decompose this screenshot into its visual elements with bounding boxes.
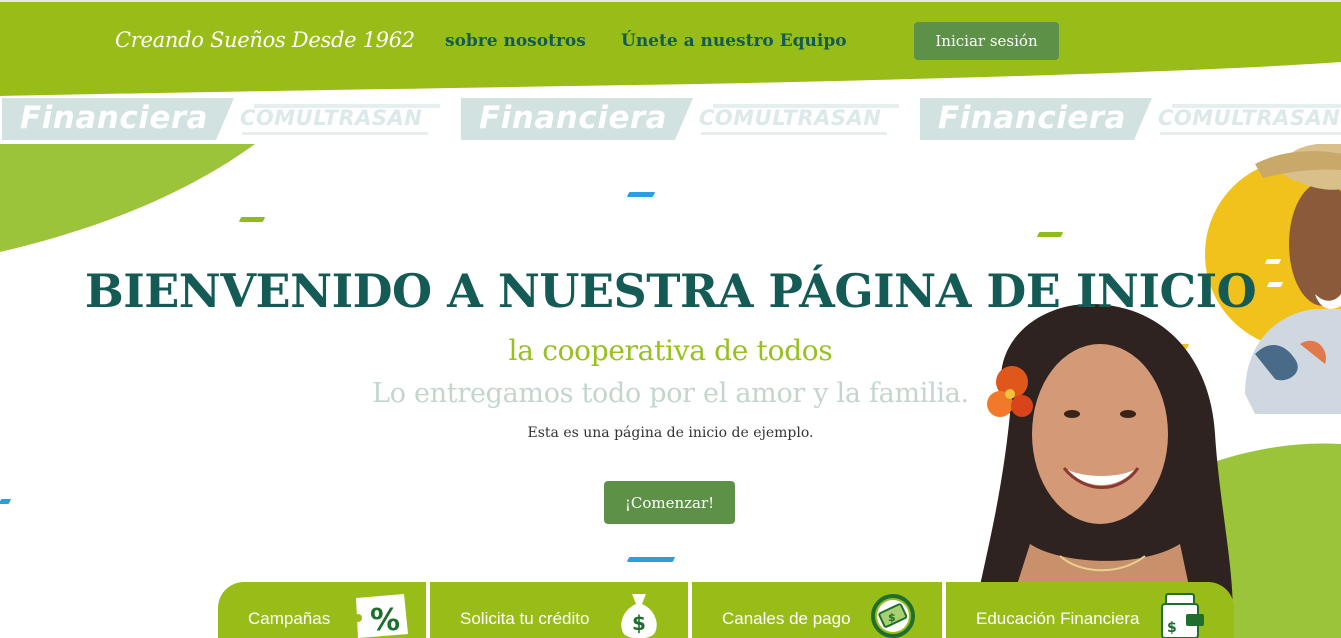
brand-logo-strip: Financiera COMULTRASAN Financiera COMULT… (0, 96, 1341, 144)
svg-text:$: $ (1167, 620, 1177, 636)
start-button[interactable]: ¡Comenzar! (604, 481, 735, 524)
confetti-dash (626, 192, 656, 197)
hero-description: Esta es una página de inicio de ejemplo. (527, 425, 814, 441)
confetti-dash (626, 557, 676, 562)
money-bag-icon: $ (621, 594, 657, 638)
hero-tagline: Lo entregamos todo por el amor y la fami… (372, 378, 969, 409)
services-bar: Campañas % Solicita tu crédito $ Canales… (218, 582, 1234, 638)
service-label: Educación Financiera (976, 609, 1140, 628)
service-request-credit[interactable]: Solicita tu crédito $ (430, 582, 688, 638)
site-tagline: Creando Sueños Desde 1962 (115, 28, 415, 52)
confetti-dash (1036, 232, 1064, 237)
nav-link-join-team[interactable]: Únete a nuestro Equipo (621, 31, 847, 51)
top-header: Creando Sueños Desde 1962 sobre nosotros… (0, 0, 1341, 110)
nav-link-about-us[interactable]: sobre nosotros (445, 31, 586, 51)
service-financial-education[interactable]: Educación Financiera $ (946, 582, 1234, 638)
hero-title: BIENVENIDO A NUESTRA PÁGINA DE INICIO (84, 264, 1257, 318)
svg-text:$: $ (632, 611, 646, 635)
brand-logo: Financiera COMULTRASAN (461, 98, 921, 142)
login-button[interactable]: Iniciar sesión (914, 22, 1059, 60)
svg-text:$: $ (888, 611, 896, 624)
service-label: Solicita tu crédito (460, 609, 590, 628)
logo-comultrasan-text: COMULTRASAN (240, 106, 423, 130)
logo-comultrasan-text: COMULTRASAN (699, 106, 882, 130)
header-background (0, 0, 1341, 96)
svg-text:%: % (370, 603, 400, 638)
brand-logo: Financiera COMULTRASAN (2, 98, 462, 142)
logo-financiera-text: Financiera (20, 100, 209, 136)
service-campaigns[interactable]: Campañas % (218, 582, 426, 638)
hero-section: BIENVENIDO A NUESTRA PÁGINA DE INICIO la… (0, 144, 1341, 638)
service-label: Canales de pago (722, 609, 851, 628)
service-payment-channels[interactable]: Canales de pago $ (692, 582, 942, 638)
cash-cycle-icon: $ (871, 594, 915, 638)
percent-tag-icon: % (354, 594, 408, 638)
brand-logo: Financiera COMULTRASAN (920, 98, 1341, 142)
logo-financiera-text: Financiera (479, 100, 668, 136)
hero-subtitle: la cooperativa de todos (508, 334, 833, 367)
confetti-dash (238, 217, 266, 222)
service-label: Campañas (248, 609, 331, 628)
logo-financiera-text: Financiera (938, 100, 1127, 136)
logo-comultrasan-text: COMULTRASAN (1158, 106, 1341, 130)
wallet-card-icon: $ (1161, 593, 1204, 638)
